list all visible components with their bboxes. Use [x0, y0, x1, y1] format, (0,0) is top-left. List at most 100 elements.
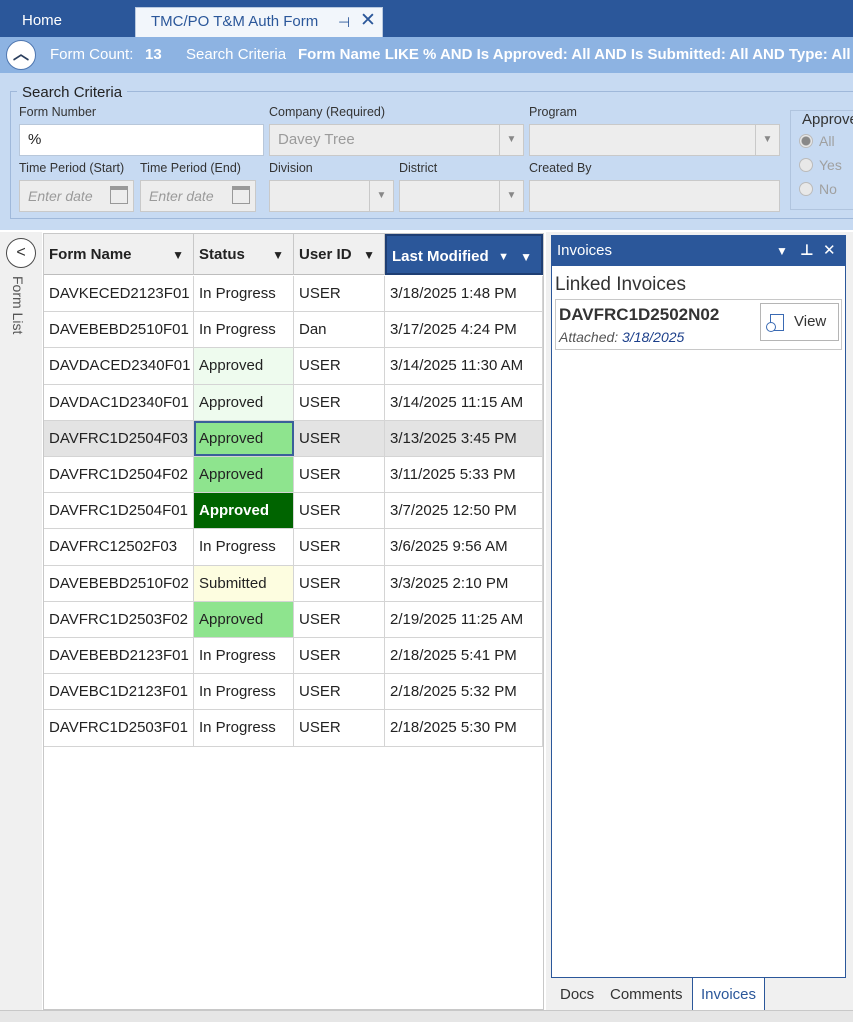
cell-last-modified[interactable]: 2/18/2025 5:41 PM — [385, 638, 543, 674]
calendar-icon[interactable] — [110, 186, 128, 204]
column-header-user-id[interactable]: User ID ▼ — [294, 234, 385, 275]
table-row[interactable]: DAVFRC1D2504F02 Approved USER 3/11/2025 5:3… — [44, 457, 543, 494]
cell-form-name[interactable]: DAVEBC1D2123F01 — [44, 674, 194, 710]
filter-icon[interactable]: ▼ — [172, 234, 184, 276]
cell-status[interactable]: In Progress — [194, 674, 294, 710]
cell-user-id[interactable]: USER — [294, 529, 385, 565]
column-header-status[interactable]: Status ▼ — [194, 234, 294, 275]
table-row[interactable]: DAVFRC1D2503F02 Approved USER 2/19/2025 11:… — [44, 601, 543, 638]
form-list-label[interactable]: Form List — [10, 276, 26, 334]
created-by-input[interactable] — [529, 180, 780, 212]
cell-form-name[interactable]: DAVFRC1D2503F01 — [44, 710, 194, 746]
division-select[interactable]: ▼ — [269, 180, 394, 212]
tab-comments[interactable]: Comments — [602, 978, 691, 1012]
pin-icon[interactable]: ⊥ — [800, 236, 814, 266]
view-invoice-button[interactable]: View — [760, 303, 839, 341]
district-select[interactable]: ▼ — [399, 180, 524, 212]
chevron-down-icon[interactable]: ▼ — [499, 181, 523, 211]
cell-form-name[interactable]: DAVDAC1D2340F01 — [44, 384, 194, 420]
cell-last-modified[interactable]: 2/18/2025 5:30 PM — [385, 710, 543, 746]
column-header-form-name[interactable]: Form Name ▼ — [44, 234, 194, 275]
table-row[interactable]: DAVFRC1D2504F03 Approved USER 3/13/2025 3:4… — [44, 420, 543, 457]
cell-user-id[interactable]: USER — [294, 457, 385, 493]
chevron-down-icon[interactable]: ▼ — [369, 181, 393, 211]
time-start-input[interactable]: Enter date — [19, 180, 134, 212]
cell-status[interactable]: Approved — [194, 384, 294, 420]
program-select[interactable]: ▼ — [529, 124, 780, 156]
pin-icon[interactable]: ⊣ — [338, 8, 350, 36]
column-header-last-modified[interactable]: Last Modified ▼ ▼ — [385, 234, 543, 275]
cell-last-modified[interactable]: 3/18/2025 1:48 PM — [385, 276, 543, 312]
cell-form-name[interactable]: DAVFRC1D2504F01 — [44, 493, 194, 529]
table-row[interactable]: DAVDACED2340F01 Approved USER 3/14/2025 11:… — [44, 348, 543, 385]
cell-form-name[interactable]: DAVFRC12502F03 — [44, 529, 194, 565]
approved-radio-no[interactable]: No — [799, 181, 837, 197]
cell-last-modified[interactable]: 2/19/2025 11:25 AM — [385, 601, 543, 637]
collapse-form-list-button[interactable]: < — [6, 238, 36, 268]
cell-status[interactable]: Approved — [194, 493, 294, 529]
cell-status[interactable]: Approved — [194, 348, 294, 384]
cell-form-name[interactable]: DAVDACED2340F01 — [44, 348, 194, 384]
cell-last-modified[interactable]: 2/18/2025 5:32 PM — [385, 674, 543, 710]
tab-tm-auth-form[interactable]: TMC/PO T&M Auth Form ⊣ ✕ — [135, 7, 383, 37]
close-icon[interactable]: ✕ — [823, 236, 836, 266]
cell-user-id[interactable]: USER — [294, 565, 385, 601]
cell-form-name[interactable]: DAVEBEBD2510F02 — [44, 565, 194, 601]
cell-user-id[interactable]: Dan — [294, 312, 385, 348]
cell-status[interactable]: In Progress — [194, 312, 294, 348]
dropdown-icon[interactable]: ▼ — [776, 236, 788, 266]
cell-form-name[interactable]: DAVFRC1D2503F02 — [44, 601, 194, 637]
table-row[interactable]: DAVEBEBD2123F01 In Progress USER 2/18/2025 … — [44, 638, 543, 675]
filter-icon[interactable]: ▼ — [272, 234, 284, 276]
table-row[interactable]: DAVFRC1D2504F01 Approved USER 3/7/2025 12:5… — [44, 493, 543, 530]
cell-user-id[interactable]: USER — [294, 384, 385, 420]
chevron-down-icon[interactable]: ▼ — [499, 125, 523, 155]
cell-last-modified[interactable]: 3/7/2025 12:50 PM — [385, 493, 543, 529]
cell-status[interactable]: Approved — [194, 601, 294, 637]
table-row[interactable]: DAVEBEBD2510F01 In Progress Dan 3/17/2025 4… — [44, 312, 543, 349]
cell-form-name[interactable]: DAVKECED2123F01 — [44, 276, 194, 312]
time-end-input[interactable]: Enter date — [140, 180, 256, 212]
cell-status[interactable]: In Progress — [194, 276, 294, 312]
cell-form-name[interactable]: DAVFRC1D2504F03 — [44, 420, 194, 456]
tab-docs[interactable]: Docs — [552, 978, 602, 1012]
cell-last-modified[interactable]: 3/14/2025 11:30 AM — [385, 348, 543, 384]
cell-user-id[interactable]: USER — [294, 601, 385, 637]
company-select[interactable]: Davey Tree ▼ — [269, 124, 524, 156]
cell-user-id[interactable]: USER — [294, 638, 385, 674]
cell-form-name[interactable]: DAVEBEBD2123F01 — [44, 638, 194, 674]
cell-user-id[interactable]: USER — [294, 348, 385, 384]
sort-descending-icon[interactable]: ▼ — [498, 236, 509, 278]
table-row[interactable]: DAVDAC1D2340F01 Approved USER 3/14/2025 11:… — [44, 384, 543, 421]
tab-invoices[interactable]: Invoices — [692, 978, 766, 1012]
close-icon[interactable]: ✕ — [360, 7, 376, 35]
cell-status[interactable]: Approved — [194, 420, 294, 456]
cell-status[interactable]: Submitted — [194, 565, 294, 601]
form-number-input[interactable]: % — [19, 124, 264, 156]
table-row[interactable]: DAVEBC1D2123F01 In Progress USER 2/18/2025 … — [44, 674, 543, 711]
filter-icon[interactable]: ▼ — [363, 234, 375, 276]
cell-user-id[interactable]: USER — [294, 493, 385, 529]
cell-status[interactable]: In Progress — [194, 638, 294, 674]
cell-status[interactable]: Approved — [194, 457, 294, 493]
approved-radio-all[interactable]: All — [799, 133, 835, 149]
collapse-criteria-button[interactable]: ︿ — [6, 40, 36, 70]
table-row[interactable]: DAVEBEBD2510F02 Submitted USER 3/3/2025 2:1… — [44, 565, 543, 602]
table-row[interactable]: DAVKECED2123F01 In Progress USER 3/18/2025 … — [44, 276, 543, 313]
cell-last-modified[interactable]: 3/11/2025 5:33 PM — [385, 457, 543, 493]
cell-last-modified[interactable]: 3/14/2025 11:15 AM — [385, 384, 543, 420]
cell-last-modified[interactable]: 3/13/2025 3:45 PM — [385, 420, 543, 456]
cell-last-modified[interactable]: 3/6/2025 9:56 AM — [385, 529, 543, 565]
cell-last-modified[interactable]: 3/3/2025 2:10 PM — [385, 565, 543, 601]
calendar-icon[interactable] — [232, 186, 250, 204]
cell-status[interactable]: In Progress — [194, 710, 294, 746]
chevron-down-icon[interactable]: ▼ — [755, 125, 779, 155]
home-tab[interactable]: Home — [0, 0, 134, 37]
cell-form-name[interactable]: DAVFRC1D2504F02 — [44, 457, 194, 493]
table-row[interactable]: DAVFRC1D2503F01 In Progress USER 2/18/2025 … — [44, 710, 543, 747]
cell-user-id[interactable]: USER — [294, 420, 385, 456]
cell-last-modified[interactable]: 3/17/2025 4:24 PM — [385, 312, 543, 348]
filter-icon[interactable]: ▼ — [520, 236, 532, 278]
approved-radio-yes[interactable]: Yes — [799, 157, 842, 173]
cell-user-id[interactable]: USER — [294, 710, 385, 746]
